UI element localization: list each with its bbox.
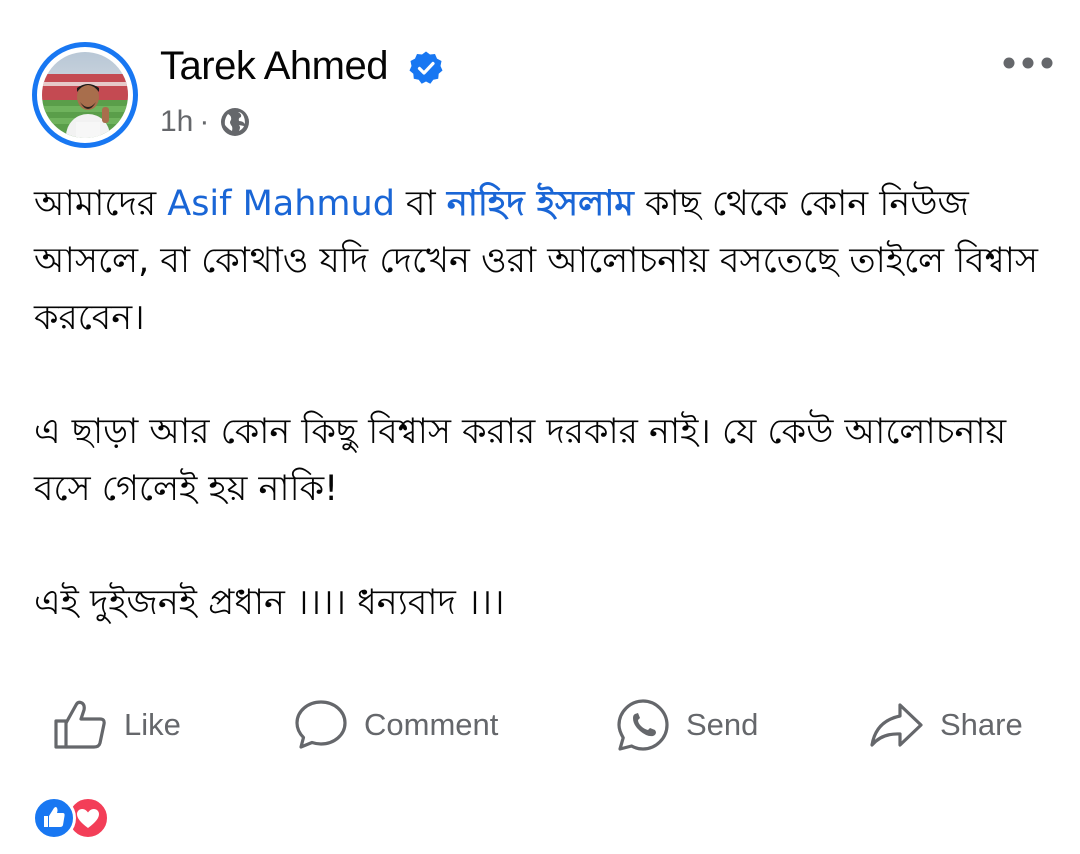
author-avatar[interactable]	[32, 42, 138, 148]
like-label: Like	[124, 707, 181, 742]
post-text: বা	[394, 184, 447, 224]
comment-button[interactable]: Comment	[294, 690, 498, 760]
share-button[interactable]: Share	[868, 690, 1023, 760]
thumbs-up-icon	[54, 700, 106, 749]
verified-badge-icon	[409, 51, 443, 84]
post-time[interactable]: 1h	[160, 100, 193, 144]
like-button[interactable]: Like	[52, 690, 181, 760]
action-bar: Like Comment Send Share	[0, 690, 1080, 760]
meta-separator: ·	[199, 105, 210, 138]
post-paragraph-1: আমাদের Asif Mahmud বা নাহিদ ইসলাম কাছ থে…	[34, 176, 1054, 347]
reaction-summary[interactable]	[32, 796, 122, 840]
comment-label: Comment	[364, 707, 499, 742]
send-label: Send	[686, 707, 759, 742]
like-reaction-icon	[32, 796, 76, 840]
mention-nahid-islam[interactable]: নাহিদ ইসলাম	[447, 184, 634, 224]
globe-icon[interactable]	[219, 106, 251, 138]
post-body: আমাদের Asif Mahmud বা নাহিদ ইসলাম কাছ থে…	[34, 176, 1054, 632]
send-button[interactable]: Send	[616, 690, 758, 760]
share-arrow-icon	[870, 703, 923, 747]
avatar-photo	[42, 52, 128, 138]
post-header: Tarek Ahmed 1h ·	[0, 0, 1080, 160]
whatsapp-icon	[617, 699, 669, 751]
share-label: Share	[940, 707, 1023, 742]
post-text: আমাদের	[34, 184, 168, 224]
post-meta: 1h ·	[160, 100, 251, 144]
post-paragraph-3: এই দুইজনই প্রধান ।।।। ধন্যবাদ ।।।	[34, 583, 505, 623]
more-options-icon[interactable]	[1000, 50, 1056, 76]
author-name[interactable]: Tarek Ahmed	[160, 40, 388, 92]
comment-icon	[295, 700, 347, 749]
post-paragraph-2: এ ছাড়া আর কোন কিছু বিশ্বাস করার দরকার ন…	[34, 412, 1007, 509]
mention-asif-mahmud[interactable]: Asif Mahmud	[167, 184, 395, 224]
